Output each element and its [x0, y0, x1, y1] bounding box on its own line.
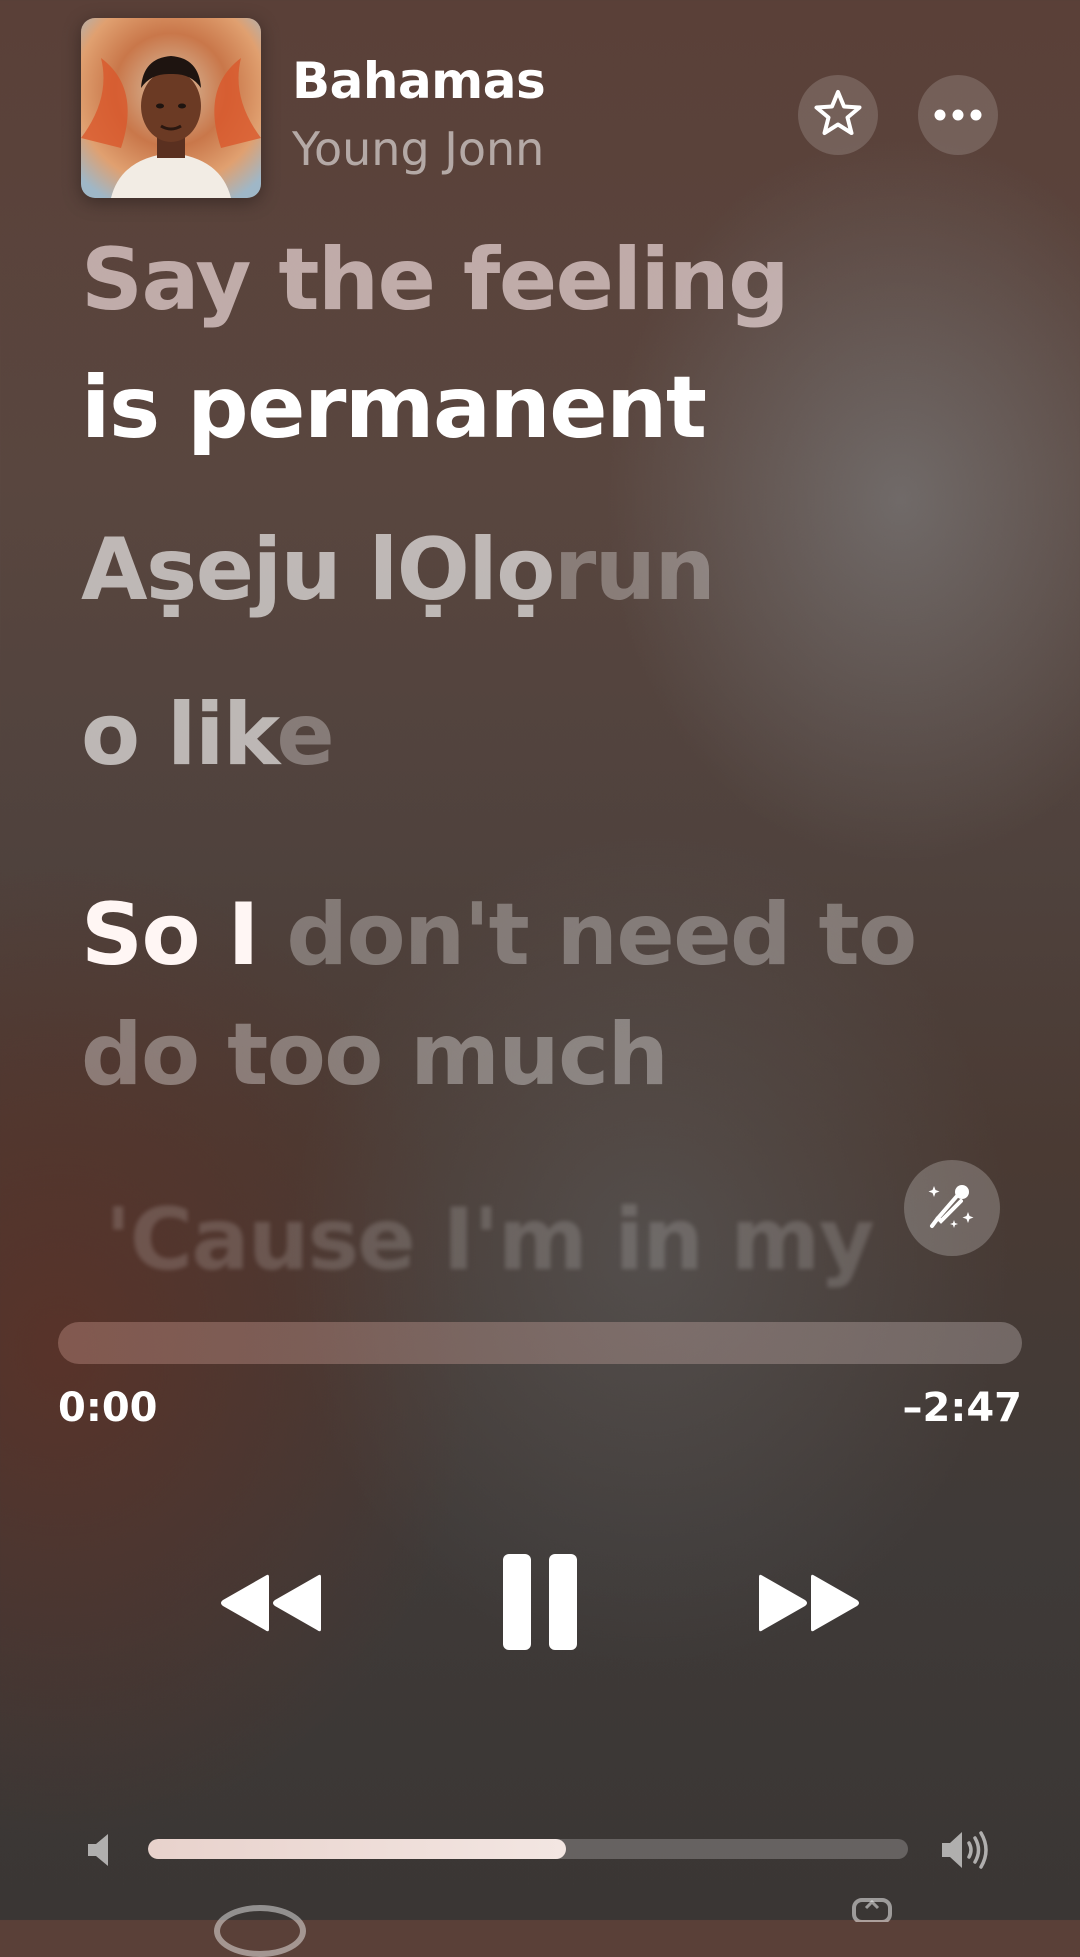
- volume-level-fill: [148, 1839, 566, 1859]
- star-icon: [812, 87, 864, 143]
- lyric-sung-text: o lik: [81, 685, 278, 785]
- speaker-low-icon: [86, 1832, 116, 1868]
- pause-button[interactable]: [490, 1548, 590, 1660]
- more-options-button[interactable]: [918, 75, 998, 155]
- lyric-line-active[interactable]: is permanent: [81, 358, 707, 458]
- forward-icon: [753, 1571, 863, 1639]
- forward-button[interactable]: [748, 1560, 868, 1650]
- lyric-line[interactable]: do too much: [81, 1005, 669, 1105]
- lyric-unsung-text: e: [276, 685, 334, 785]
- rewind-button[interactable]: [212, 1560, 332, 1650]
- speaker-high-icon: [940, 1828, 994, 1872]
- lyric-line[interactable]: Aṣeju lỌlọrun: [81, 520, 716, 620]
- airplay-icon[interactable]: [850, 1892, 894, 1924]
- volume-slider[interactable]: [148, 1839, 908, 1859]
- lyrics-toggle-icon[interactable]: [214, 1905, 306, 1957]
- song-title[interactable]: Bahamas: [292, 52, 546, 110]
- lyric-line[interactable]: o like: [81, 685, 335, 785]
- lyric-unsung-text: don't need to: [257, 885, 917, 985]
- lyric-sung-text: So I: [81, 885, 259, 985]
- backward-icon: [217, 1571, 327, 1639]
- elapsed-time: 0:00: [58, 1385, 158, 1431]
- album-artwork[interactable]: [81, 18, 261, 198]
- lyric-unsung-text: run: [553, 520, 716, 620]
- lyric-line[interactable]: 'Cause I'm in my: [105, 1190, 875, 1290]
- remaining-time: –2:47: [902, 1385, 1023, 1431]
- sing-button[interactable]: [904, 1160, 1000, 1256]
- favorite-button[interactable]: [798, 75, 878, 155]
- lyric-sung-text: Aṣeju lỌlọ: [81, 520, 555, 620]
- ellipsis-icon: [934, 106, 982, 125]
- lyric-line[interactable]: Say the feeling: [81, 230, 790, 330]
- playback-scrubber[interactable]: [58, 1322, 1022, 1364]
- lyric-line[interactable]: So I don't need to: [81, 885, 917, 985]
- microphone-sparkle-icon: [924, 1178, 980, 1238]
- pause-icon: [501, 1552, 579, 1656]
- artist-name[interactable]: Young Jonn: [292, 122, 544, 176]
